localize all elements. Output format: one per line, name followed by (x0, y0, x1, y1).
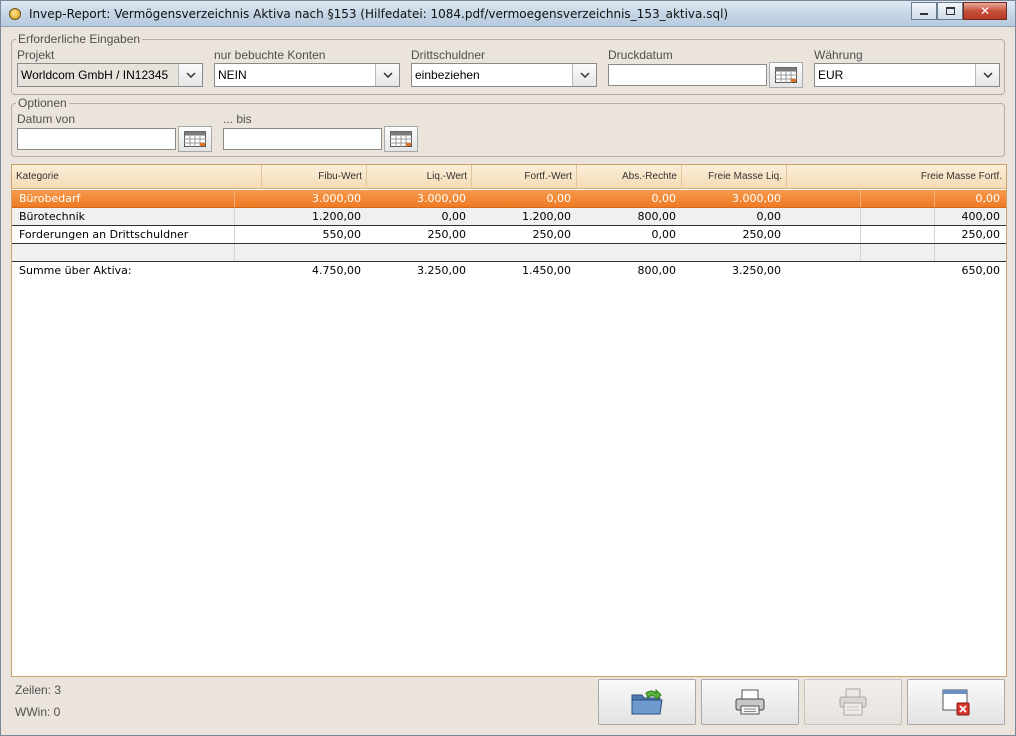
waehrung-label: Währung (814, 48, 863, 62)
column-separator (934, 244, 935, 261)
cell-kategorie: Summe über Aktiva: (19, 264, 132, 277)
projekt-dropdown-button[interactable] (178, 64, 202, 86)
window-title: Invep-Report: Vermögensverzeichnis Aktiv… (29, 7, 729, 21)
cell-kategorie (15, 244, 262, 261)
datum-von-input[interactable] (17, 128, 176, 150)
cell-fibu-wert: 3.000,00 (312, 192, 361, 205)
cell-freie-masse-liq: 250,00 (742, 228, 782, 241)
druckdatum-input[interactable] (608, 64, 767, 86)
cell-abs-rechte: 0,00 (651, 228, 677, 241)
close-window-button[interactable] (907, 679, 1005, 725)
export-folder-icon (631, 688, 663, 715)
print-preview-icon (839, 688, 867, 716)
grid-header: Kategorie Fibu-Wert Liq.-Wert Fortf.-Wer… (12, 165, 1006, 189)
column-header-abs-rechte[interactable]: Abs.-Rechte (577, 165, 682, 189)
column-separator (860, 244, 861, 261)
cell-abs-rechte: 800,00 (637, 210, 677, 223)
calendar-icon (390, 131, 412, 147)
cell-fortf-wert: 250,00 (532, 228, 572, 241)
export-button[interactable] (598, 679, 696, 725)
minimize-button[interactable] (911, 2, 937, 20)
druckdatum-calendar-button[interactable] (769, 62, 803, 88)
konten-label: nur bebuchte Konten (214, 48, 326, 62)
datum-von-calendar-button[interactable] (178, 126, 212, 152)
drittschuldner-select[interactable]: einbeziehen (411, 63, 597, 87)
options-legend: Optionen (16, 96, 69, 110)
projekt-select[interactable]: Worldcom GmbH / IN12345 (17, 63, 203, 87)
title-bar[interactable]: Invep-Report: Vermögensverzeichnis Aktiv… (1, 1, 1015, 27)
print-icon (735, 689, 765, 715)
cell-fortf-wert: 1.200,00 (522, 210, 571, 223)
datum-von-label: Datum von (17, 112, 76, 126)
bis-label: ... bis (223, 112, 252, 126)
chevron-down-icon (579, 72, 590, 78)
drittschuldner-label: Drittschuldner (411, 48, 486, 62)
column-header-fibu-wert[interactable]: Fibu-Wert (262, 165, 367, 189)
table-row[interactable]: Bürobedarf 3.000,00 3.000,00 0,00 0,00 3… (12, 190, 1006, 208)
waehrung-value: EUR (818, 68, 844, 82)
cell-freie-masse-liq: 3.000,00 (732, 192, 781, 205)
chevron-down-icon (185, 72, 196, 78)
required-inputs-legend: Erforderliche Eingaben (16, 32, 143, 46)
cell-kategorie: Forderungen an Drittschuldner (19, 228, 189, 241)
cell-liq-wert: 250,00 (427, 228, 467, 241)
bis-input[interactable] (223, 128, 382, 150)
konten-select[interactable]: NEIN (214, 63, 400, 87)
waehrung-select[interactable]: EUR (814, 63, 1000, 87)
column-header-liq-wert[interactable]: Liq.-Wert (367, 165, 472, 189)
bis-calendar-button[interactable] (384, 126, 418, 152)
close-icon: ✕ (979, 4, 991, 18)
table-row[interactable] (12, 244, 1006, 262)
cell-fortf-wert: 0,00 (546, 192, 572, 205)
cell-kategorie: Bürotechnik (19, 210, 86, 223)
cell-freie-masse-fortf: 0,00 (975, 192, 1001, 205)
maximize-icon (945, 7, 955, 15)
projekt-value: Worldcom GmbH / IN12345 (21, 68, 169, 82)
print-preview-button[interactable] (804, 679, 902, 725)
cell-fortf-wert: 1.450,00 (522, 264, 571, 277)
waehrung-dropdown-button[interactable] (975, 64, 999, 86)
minimize-icon (920, 13, 928, 15)
wwin-label: WWin: 0 (15, 705, 61, 719)
chevron-down-icon (382, 72, 393, 78)
table-row[interactable]: Bürotechnik 1.200,00 0,00 1.200,00 800,0… (12, 208, 1006, 226)
druckdatum-label: Druckdatum (608, 48, 673, 62)
row-count-label: Zeilen: 3 (15, 683, 62, 697)
close-button[interactable]: ✕ (963, 2, 1007, 20)
cell-liq-wert: 0,00 (441, 210, 467, 223)
cell-abs-rechte: 0,00 (651, 192, 677, 205)
cell-freie-masse-liq: 3.250,00 (732, 264, 781, 277)
calendar-icon (184, 131, 206, 147)
column-header-kategorie[interactable]: Kategorie (12, 165, 262, 189)
drittschuldner-value: einbeziehen (415, 68, 480, 82)
column-header-freie-masse-fortf[interactable]: Freie Masse Fortf. (787, 165, 1006, 189)
cell-kategorie: Bürobedarf (19, 192, 81, 205)
column-header-freie-masse-liq[interactable]: Freie Masse Liq. (682, 165, 787, 189)
app-icon (9, 8, 21, 20)
data-grid[interactable]: Kategorie Fibu-Wert Liq.-Wert Fortf.-Wer… (11, 164, 1007, 677)
cell-fibu-wert: 4.750,00 (312, 264, 361, 277)
chevron-down-icon (982, 72, 993, 78)
cell-liq-wert: 3.000,00 (417, 192, 466, 205)
drittschuldner-dropdown-button[interactable] (572, 64, 596, 86)
report-window: Invep-Report: Vermögensverzeichnis Aktiv… (0, 0, 1016, 736)
cell-freie-masse-liq: 0,00 (756, 210, 782, 223)
cell-freie-masse-fortf: 250,00 (961, 228, 1001, 241)
cell-freie-masse-fortf: 400,00 (961, 210, 1001, 223)
column-header-fortf-wert[interactable]: Fortf.-Wert (472, 165, 577, 189)
cell-fibu-wert: 1.200,00 (312, 210, 361, 223)
calendar-icon (775, 67, 797, 83)
projekt-label: Projekt (17, 48, 55, 62)
cell-freie-masse-fortf: 650,00 (961, 264, 1001, 277)
konten-dropdown-button[interactable] (375, 64, 399, 86)
maximize-button[interactable] (937, 2, 963, 20)
table-row[interactable]: Forderungen an Drittschuldner 550,00 250… (12, 226, 1006, 244)
cell-liq-wert: 3.250,00 (417, 264, 466, 277)
cell-abs-rechte: 800,00 (637, 264, 677, 277)
table-row-total[interactable]: Summe über Aktiva: 4.750,00 3.250,00 1.4… (12, 262, 1006, 280)
print-button[interactable] (701, 679, 799, 725)
close-window-icon (942, 689, 970, 716)
cell-fibu-wert: 550,00 (322, 228, 362, 241)
konten-value: NEIN (218, 68, 247, 82)
